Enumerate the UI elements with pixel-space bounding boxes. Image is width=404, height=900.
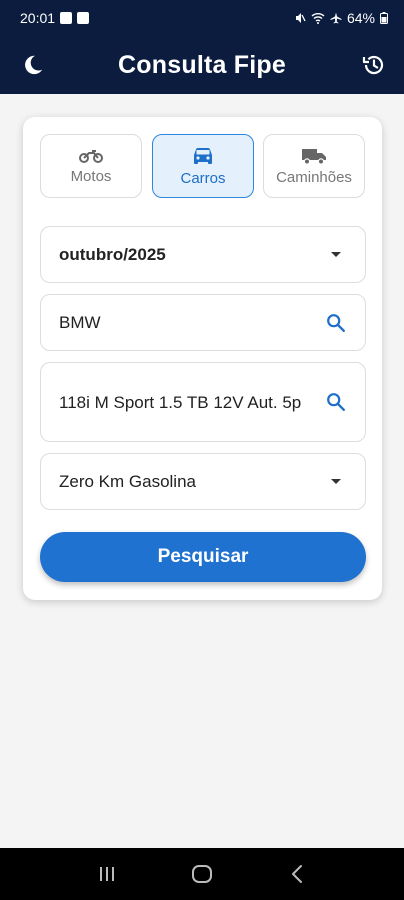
search-card: Motos Carros Caminhões outubro/2025 BMW … — [23, 117, 382, 600]
motorcycle-icon — [79, 149, 103, 163]
back-icon — [291, 865, 302, 883]
battery-percent: 64% — [346, 10, 375, 26]
status-time: 20:01 — [20, 10, 56, 26]
status-left: 20:01 — [20, 10, 90, 26]
theme-toggle-button[interactable] — [17, 49, 49, 81]
back-button[interactable] — [277, 854, 317, 894]
battery-icon — [380, 12, 388, 24]
car-icon — [194, 147, 212, 164]
year-dropdown[interactable]: Zero Km Gasolina — [40, 453, 366, 510]
check-notification-icon — [77, 12, 90, 24]
wifi-icon — [311, 13, 325, 24]
truck-icon — [302, 148, 326, 165]
reference-month-value: outubro/2025 — [59, 245, 166, 264]
search-icon[interactable] — [325, 391, 347, 413]
dropdown-caret-icon — [325, 244, 347, 266]
search-button[interactable]: Pesquisar — [40, 532, 366, 582]
home-button[interactable] — [182, 854, 222, 894]
dropdown-caret-icon — [325, 471, 347, 493]
brand-search-field[interactable]: BMW — [40, 294, 366, 351]
reference-month-dropdown[interactable]: outubro/2025 — [40, 226, 366, 283]
model-search-field[interactable]: 118i M Sport 1.5 TB 12V Aut. 5p — [40, 362, 366, 442]
vehicle-type-label: Carros — [180, 169, 226, 187]
model-value: 118i M Sport 1.5 TB 12V Aut. 5p — [59, 392, 302, 412]
page-title: Consulta Fipe — [118, 50, 286, 79]
brand-value: BMW — [59, 313, 101, 332]
vehicle-type-carros[interactable]: Carros — [152, 134, 254, 198]
moon-icon — [25, 55, 43, 75]
status-right: 64% — [294, 10, 388, 26]
system-nav-bar — [0, 848, 404, 900]
recent-apps-button[interactable] — [87, 854, 127, 894]
gallery-notification-icon — [60, 12, 73, 24]
vehicle-type-motos[interactable]: Motos — [40, 134, 142, 198]
recent-apps-icon — [100, 867, 115, 881]
status-bar: 20:01 64% — [0, 0, 404, 36]
airplane-icon — [330, 12, 342, 24]
vehicle-type-caminhoes[interactable]: Caminhões — [263, 134, 365, 198]
vehicle-type-label: Motos — [70, 167, 112, 185]
mute-icon — [295, 13, 306, 23]
home-icon — [191, 865, 212, 883]
app-bar: Consulta Fipe — [0, 36, 404, 94]
history-icon — [362, 55, 384, 75]
vehicle-type-label: Caminhões — [276, 168, 352, 186]
year-value: Zero Km Gasolina — [59, 472, 196, 491]
search-icon[interactable] — [325, 312, 347, 334]
history-button[interactable] — [358, 49, 390, 81]
